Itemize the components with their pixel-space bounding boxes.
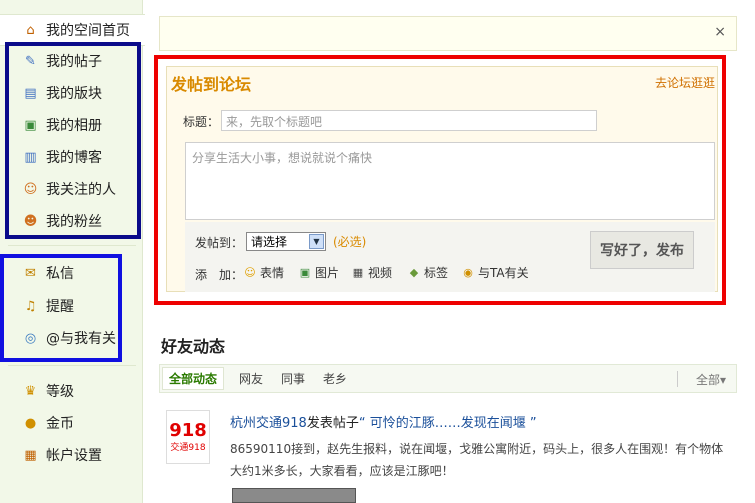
sidebar-item-mentions[interactable]: ◎ @与我有关	[0, 322, 143, 354]
sidebar-item-label: 金币	[46, 416, 74, 432]
sidebar-item-label: 我的版块	[46, 86, 102, 102]
sidebar-item-reminders[interactable]: ♫ 提醒	[0, 290, 143, 322]
add-video-button[interactable]: ▦ 视频	[351, 264, 392, 281]
following-icon: ☺	[23, 181, 38, 197]
feed-title: 好友动态	[161, 337, 226, 356]
add-image-button[interactable]: ▣ 图片	[298, 264, 339, 281]
sidebar-item-my-album[interactable]: ▣ 我的相册	[0, 109, 143, 141]
board-select-value: 请选择	[251, 235, 288, 249]
add-emoticon-button[interactable]: ☺ 表情	[243, 264, 284, 281]
author-link[interactable]: 杭州交通918	[230, 416, 307, 431]
tab-netfriends[interactable]: 网友	[239, 370, 263, 387]
post-icon: ✎	[25, 53, 36, 69]
coin-icon: ●	[24, 415, 37, 431]
sidebar-item-my-blog[interactable]: ▥ 我的博客	[0, 141, 143, 173]
attachment-label: 视频	[368, 266, 393, 280]
sidebar-item-my-boards[interactable]: ▤ 我的版块	[0, 77, 143, 109]
title-label: 标题：	[183, 115, 220, 129]
attachment-label: 与TA有关	[478, 266, 529, 280]
avatar[interactable]: 918 交通918	[166, 410, 210, 464]
mail-icon: ✉	[25, 265, 36, 281]
sidebar-item-label: 提醒	[46, 299, 74, 315]
sidebar-item-label: 等级	[46, 384, 74, 400]
video-icon: ▦	[352, 266, 364, 279]
post-title-link[interactable]: 可怜的江豚……发现在闻堰	[370, 416, 526, 431]
sidebar: ⌂ 我的空间首页 ✎ 我的帖子 ▤ 我的版块 ▣ 我的相册 ▥ 我的博客 ☺ 我…	[0, 0, 145, 503]
account-icon: ▦	[24, 447, 37, 463]
content-textarea[interactable]: 分享生活大小事，想说就说个痛快	[185, 142, 715, 220]
album-icon: ▣	[24, 117, 37, 133]
quote-close: ”	[529, 416, 537, 431]
feed-item: 918 交通918 杭州交通918发表帖子“ 可怜的江豚……发现在闻堰 ” 86…	[166, 406, 736, 503]
sidebar-item-following[interactable]: ☺ 我关注的人	[0, 173, 143, 205]
filter-all-dropdown[interactable]: 全部▾	[696, 371, 726, 388]
sidebar-item-home[interactable]: ⌂ 我的空间首页	[0, 14, 145, 46]
home-icon: ⌂	[26, 22, 35, 38]
sidebar-item-level[interactable]: ♛ 等级	[0, 375, 143, 407]
post-options-bar: 发帖到： 请选择 ▼ (必选) 添 加： ☺ 表情 ▣ 图片 ▦ 视频 ◆ 标签…	[185, 222, 715, 292]
bell-icon: ♫	[24, 298, 37, 314]
smiley-icon: ☺	[244, 266, 256, 279]
mention-icon: ◎	[24, 330, 37, 346]
sidebar-item-label: 私信	[46, 266, 74, 282]
sidebar-item-account-settings[interactable]: ▦ 帐户设置	[0, 439, 143, 471]
mention-small-icon: ◉	[463, 266, 473, 279]
sidebar-item-label: 帐户设置	[46, 448, 102, 464]
divider	[677, 371, 678, 387]
crown-icon: ♛	[24, 383, 37, 399]
attachment-label: 标签	[424, 266, 449, 280]
board-icon: ▤	[24, 85, 37, 101]
publish-button[interactable]: 写好了，发布	[590, 231, 694, 269]
title-input[interactable]: 来，先取个标题吧	[221, 110, 597, 131]
add-mention-button[interactable]: ◉ 与TA有关	[461, 264, 529, 281]
notice-bar: ×	[159, 16, 737, 51]
fans-icon: ☻	[23, 213, 38, 229]
sidebar-item-label: 我的粉丝	[46, 214, 102, 230]
tab-all-activity[interactable]: 全部动态	[162, 367, 225, 390]
sidebar-item-label: 我的空间首页	[46, 23, 130, 39]
feed-body-text: 86590110接到，赵先生报料，说在闻堰，戈雅公寓附近，码头上，很多人在围观！…	[230, 442, 724, 478]
post-to-label: 发帖到：	[195, 236, 244, 250]
sidebar-item-coins[interactable]: ● 金币	[0, 407, 143, 439]
divider	[8, 365, 136, 366]
tab-hometown[interactable]: 老乡	[323, 370, 347, 387]
add-tag-button[interactable]: ◆ 标签	[407, 264, 448, 281]
panel-title: 发帖到论坛	[171, 75, 252, 94]
board-select[interactable]: 请选择 ▼	[246, 232, 326, 251]
sidebar-item-fans[interactable]: ☻ 我的粉丝	[0, 205, 143, 237]
action-text: 发表帖子	[306, 416, 359, 431]
go-to-forum-link[interactable]: 去论坛逛逛	[655, 74, 715, 91]
sidebar-item-label: 我关注的人	[46, 182, 116, 198]
image-icon: ▣	[299, 266, 311, 279]
feed-tabs: 全部动态 网友 同事 老乡 全部▾	[159, 364, 737, 393]
blog-icon: ▥	[24, 149, 37, 165]
avatar-logo-text: 交通918	[170, 442, 206, 453]
feed-headline: 杭州交通918发表帖子“ 可怜的江豚……发现在闻堰 ”	[230, 412, 537, 431]
divider	[8, 245, 136, 246]
post-to-forum-panel: 发帖到论坛 去论坛逛逛 标题： 来，先取个标题吧 分享生活大小事，想说就说个痛快…	[166, 66, 718, 292]
feed-thumbnail-image[interactable]	[232, 488, 356, 503]
attachment-label: 表情	[260, 266, 285, 280]
chevron-down-icon[interactable]: ▼	[309, 234, 324, 249]
sidebar-item-messages[interactable]: ✉ 私信	[0, 257, 143, 289]
sidebar-item-label: 我的相册	[46, 118, 102, 134]
avatar-logo-number: 918	[169, 419, 207, 441]
required-hint: (必选)	[333, 235, 367, 249]
sidebar-item-label: 我的博客	[46, 150, 102, 166]
sidebar-item-label: @与我有关	[46, 331, 116, 347]
sidebar-item-label: 我的帖子	[46, 54, 102, 70]
quote-open: “	[358, 416, 366, 431]
tab-colleagues[interactable]: 同事	[281, 370, 305, 387]
tag-icon: ◆	[409, 266, 419, 279]
add-label: 添 加：	[195, 268, 244, 282]
close-icon[interactable]: ×	[714, 24, 726, 40]
attachment-label: 图片	[315, 266, 340, 280]
sidebar-item-my-posts[interactable]: ✎ 我的帖子	[0, 45, 143, 77]
